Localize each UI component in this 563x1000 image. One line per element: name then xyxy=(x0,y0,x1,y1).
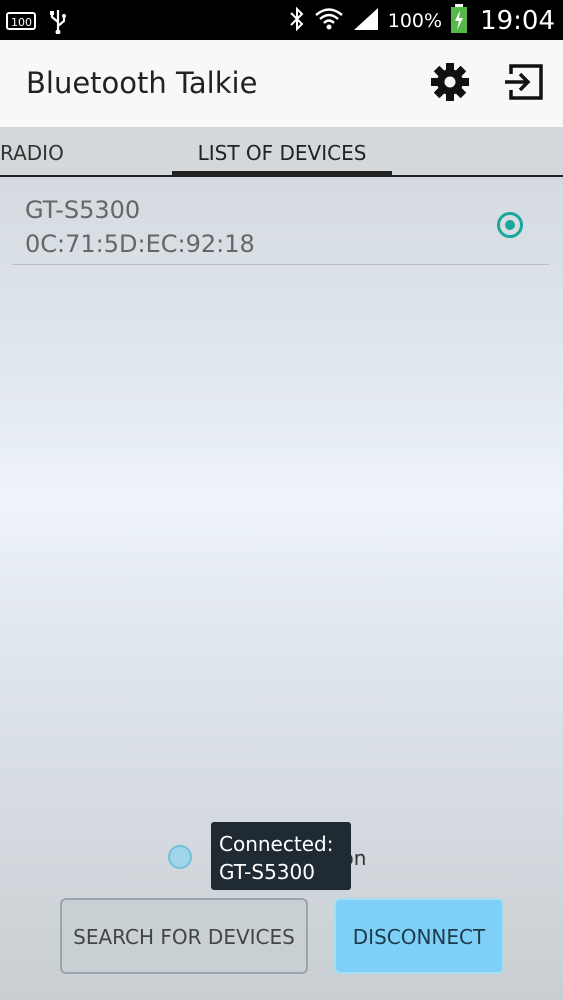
status-bar: 100 100% 19:04 xyxy=(0,0,563,40)
device-selected-radio[interactable] xyxy=(497,212,523,238)
wifi-icon xyxy=(314,6,344,36)
clock: 19:04 xyxy=(480,6,555,36)
exit-icon[interactable] xyxy=(503,60,547,104)
toast-line-2: GT-S5300 xyxy=(219,860,315,884)
bluetooth-icon xyxy=(288,6,306,36)
action-bar: Bluetooth Talkie xyxy=(0,40,563,127)
settings-gear-icon[interactable] xyxy=(428,60,472,104)
device-list-item[interactable]: GT-S5300 0C:71:5D:EC:92:18 xyxy=(12,186,549,265)
tab-list-of-devices[interactable]: LIST OF DEVICES xyxy=(172,127,392,175)
toast-line-1: Connected: xyxy=(219,832,334,856)
signal-icon xyxy=(352,6,380,36)
battery-charging-icon xyxy=(450,4,468,38)
connected-toast: Connected: GT-S5300 xyxy=(211,822,351,890)
device-mac-address: 0C:71:5D:EC:92:18 xyxy=(25,230,255,258)
active-tab-indicator xyxy=(172,171,392,175)
app-title: Bluetooth Talkie xyxy=(26,66,258,100)
disconnect-button[interactable]: DISCONNECT xyxy=(334,898,504,974)
usb-icon xyxy=(48,8,68,38)
tab-radio[interactable]: RADIO xyxy=(0,127,64,175)
tab-label: LIST OF DEVICES xyxy=(197,141,367,165)
svg-text:100: 100 xyxy=(11,16,32,29)
tab-bar: RADIO LIST OF DEVICES xyxy=(0,127,563,177)
device-name: GT-S5300 xyxy=(25,196,141,224)
sd-card-icon: 100 xyxy=(6,10,38,36)
battery-percent: 100% xyxy=(387,10,443,32)
search-for-devices-button[interactable]: SEARCH FOR DEVICES xyxy=(60,898,308,974)
option-radio[interactable] xyxy=(168,845,192,869)
